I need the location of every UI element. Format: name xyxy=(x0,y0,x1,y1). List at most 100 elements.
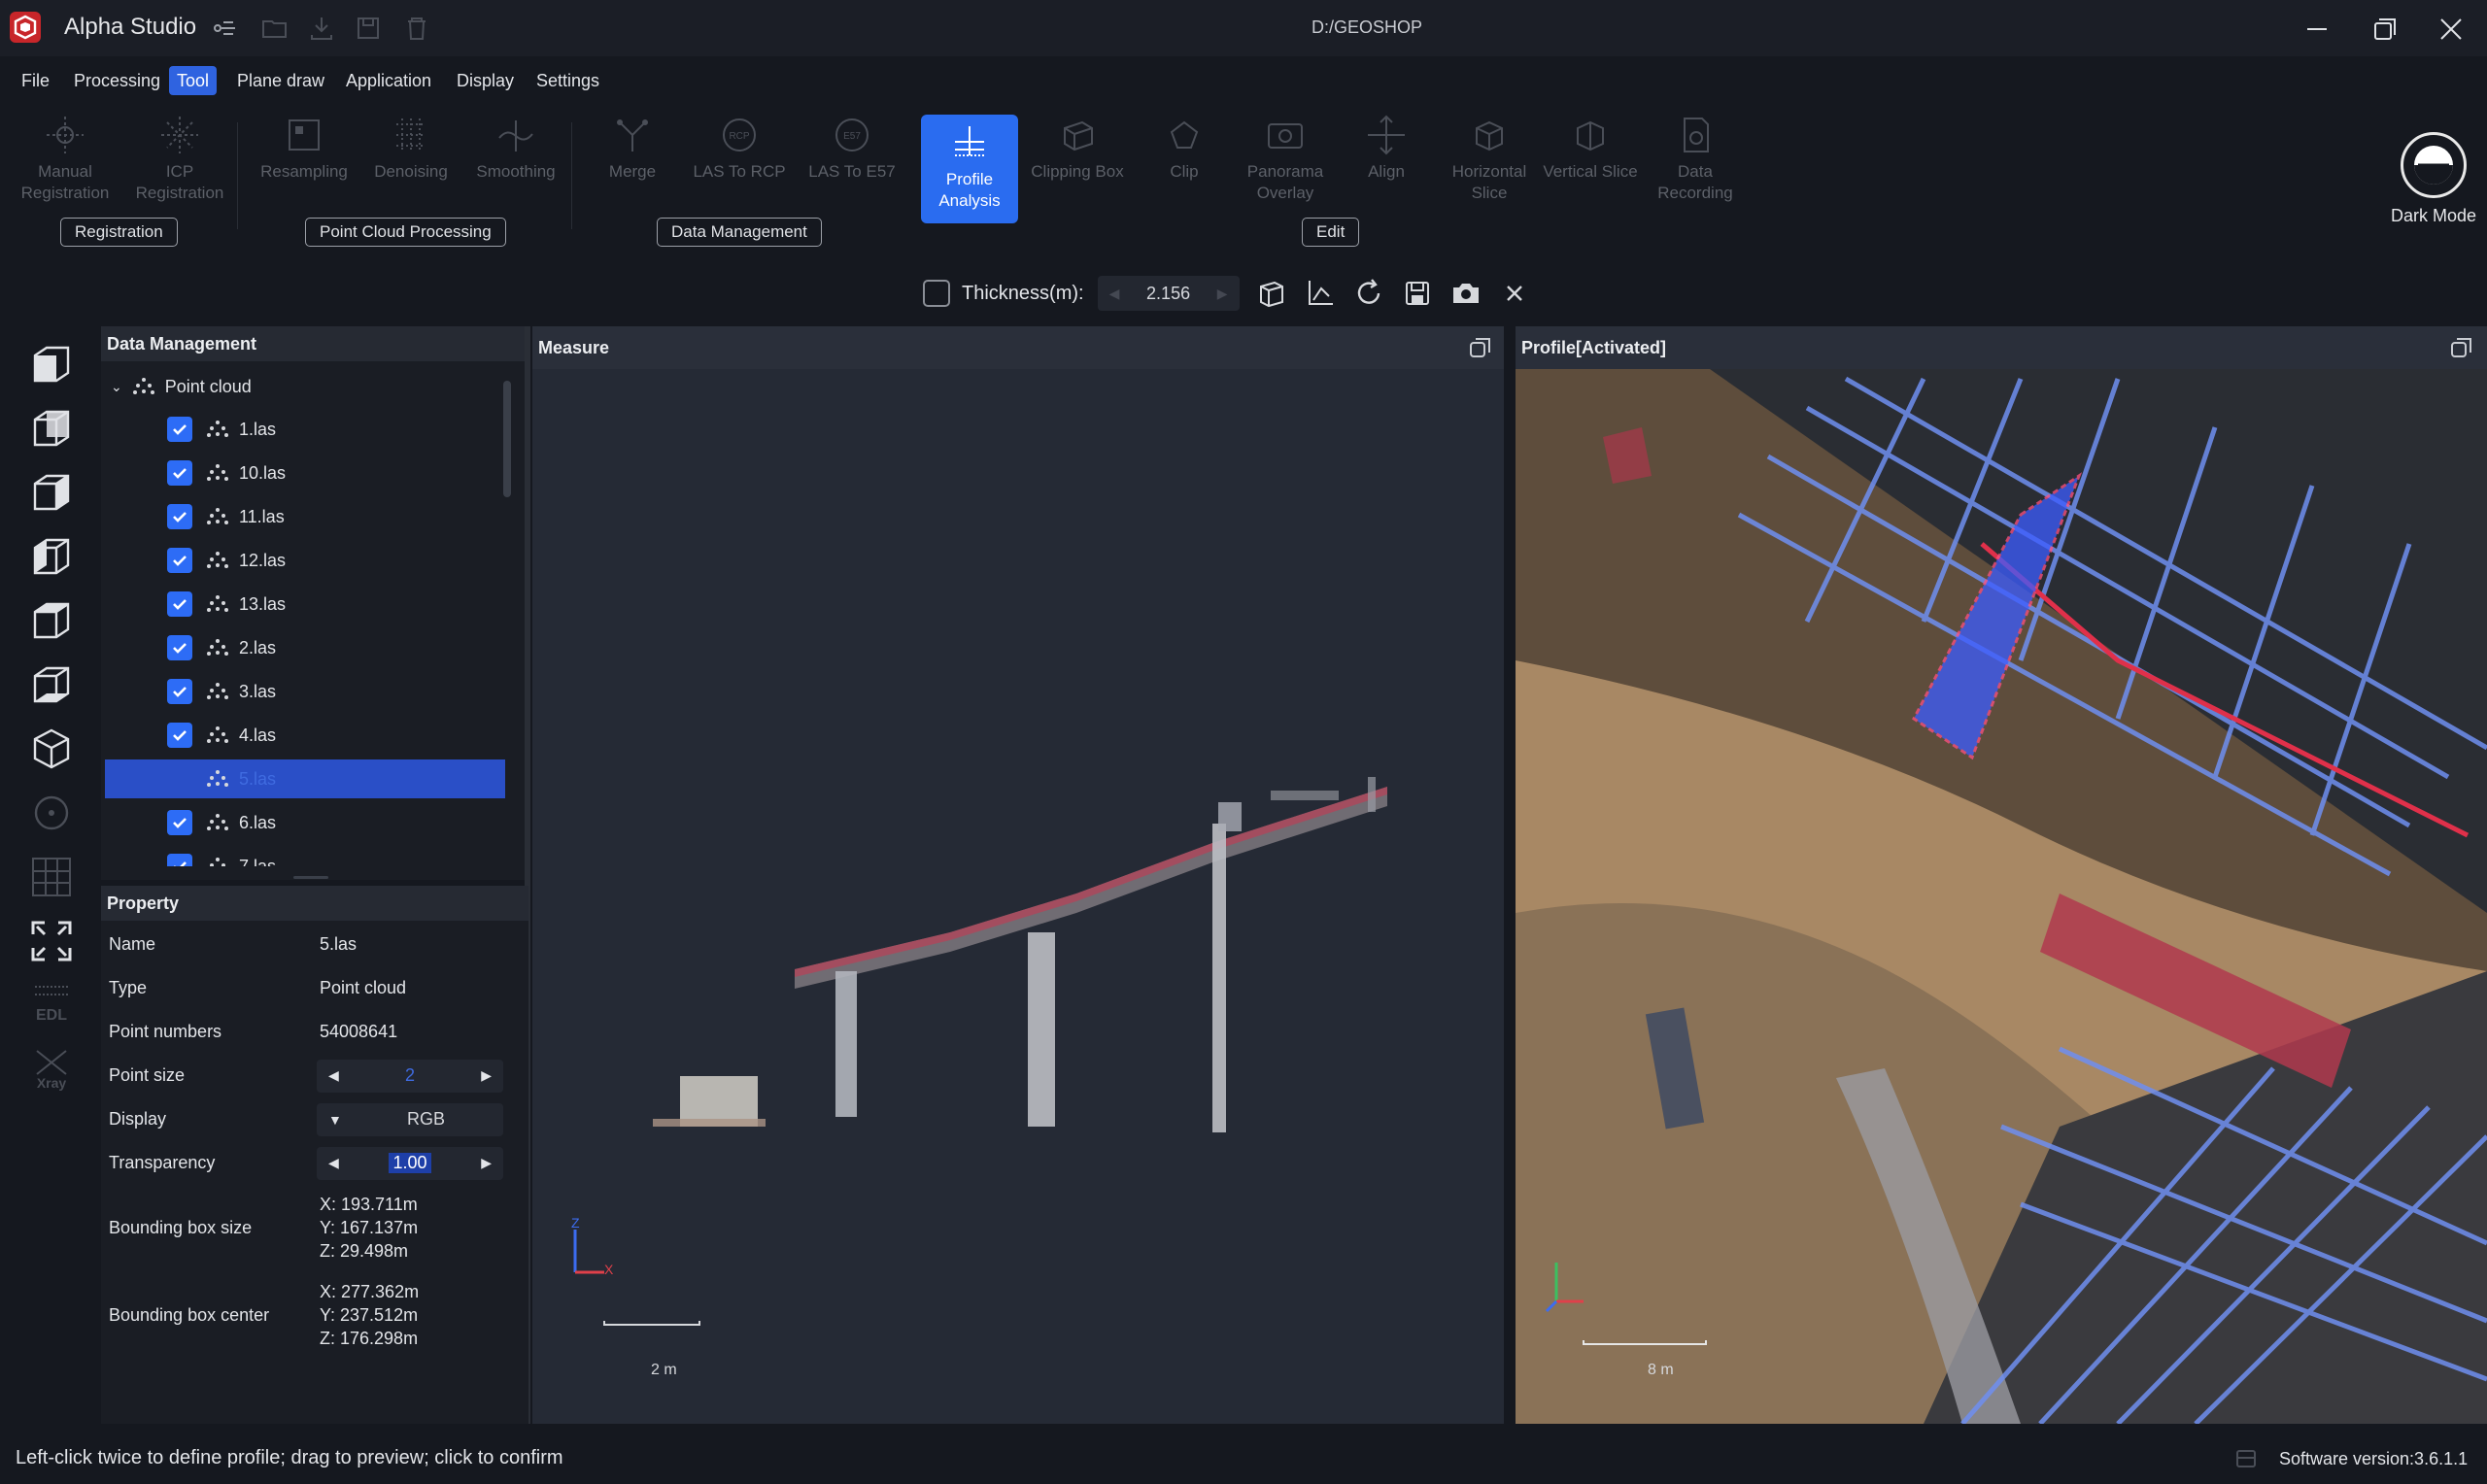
display-dropdown[interactable]: ▼ RGB xyxy=(317,1102,503,1136)
view-left-icon[interactable] xyxy=(27,468,76,517)
save-icon[interactable] xyxy=(354,14,383,43)
checkbox-checked-icon[interactable] xyxy=(167,723,192,748)
tree-item[interactable]: 11.las xyxy=(101,497,509,536)
cube-section-icon[interactable] xyxy=(1255,277,1288,310)
tree-item[interactable]: 10.las xyxy=(101,454,509,492)
svg-text:Xray: Xray xyxy=(37,1075,67,1091)
delete-icon[interactable] xyxy=(402,14,431,43)
checkbox-checked-icon[interactable] xyxy=(167,504,192,529)
view-back-icon[interactable] xyxy=(27,404,76,453)
measure-title: Measure xyxy=(532,326,1504,369)
smoothing-button[interactable]: Smoothing xyxy=(462,113,569,229)
checkbox-unchecked-icon[interactable] xyxy=(167,766,192,792)
view-bottom-icon[interactable] xyxy=(27,660,76,709)
profile-canvas[interactable] xyxy=(1516,369,2487,1426)
save-profile-icon[interactable] xyxy=(1401,277,1434,310)
checkbox-checked-icon[interactable] xyxy=(167,635,192,660)
checkbox-checked-icon[interactable] xyxy=(167,460,192,486)
las-to-e57-button[interactable]: E57 LAS To E57 xyxy=(799,113,905,229)
decrement-icon[interactable]: ◀ xyxy=(328,1155,339,1171)
tree-item[interactable]: 13.las xyxy=(101,585,509,624)
transparency-spinbox[interactable]: ◀ 1.00 ▶ xyxy=(317,1146,503,1180)
checkbox-checked-icon[interactable] xyxy=(167,679,192,704)
menu-application[interactable]: Application xyxy=(338,66,439,95)
panel-splitter-handle[interactable] xyxy=(293,876,328,879)
menu-processing[interactable]: Processing xyxy=(66,66,168,95)
point-cloud-tree: ⌄ Point cloud 1.las 10.las 11.las 12.las 13.… xyxy=(101,361,509,866)
tree-item[interactable]: 2.las xyxy=(101,628,509,667)
manual-registration-button[interactable]: Manual Registration xyxy=(12,113,119,229)
merge-button[interactable]: Merge xyxy=(579,113,686,229)
denoising-button[interactable]: Denoising xyxy=(358,113,464,229)
tree-item[interactable]: 7.las xyxy=(101,847,509,866)
clipping-box-button[interactable]: Clipping Box xyxy=(1024,113,1131,229)
las-to-rcp-button[interactable]: RCP LAS To RCP xyxy=(686,113,793,229)
axis-profile-icon[interactable] xyxy=(1304,277,1337,310)
prop-row-transparency: Transparency ◀ 1.00 ▶ xyxy=(101,1141,528,1185)
bbox-size-y: Y: 167.137m xyxy=(320,1218,419,1237)
restore-view-icon[interactable] xyxy=(1467,334,1494,361)
download-icon[interactable] xyxy=(307,14,336,43)
panorama-overlay-button[interactable]: Panorama Overlay xyxy=(1232,113,1339,229)
open-folder-icon[interactable] xyxy=(260,14,290,43)
increment-icon[interactable]: ▶ xyxy=(1217,286,1228,302)
horizontal-slice-button[interactable]: Horizontal Slice xyxy=(1436,113,1543,229)
checkbox-checked-icon[interactable] xyxy=(167,854,192,866)
minimize-button[interactable] xyxy=(2293,10,2341,49)
increment-icon[interactable]: ▶ xyxy=(481,1067,492,1084)
align-button[interactable]: Align xyxy=(1333,113,1440,229)
resampling-button[interactable]: Resampling xyxy=(251,113,358,229)
menu-settings[interactable]: Settings xyxy=(528,66,607,95)
fullscreen-icon[interactable] xyxy=(27,917,76,965)
edl-icon[interactable]: EDL xyxy=(27,981,76,1029)
view-top-icon[interactable] xyxy=(27,596,76,645)
thickness-checkbox[interactable] xyxy=(923,280,950,307)
icp-registration-button[interactable]: ICP Registration xyxy=(126,113,233,229)
checkbox-checked-icon[interactable] xyxy=(167,810,192,835)
window-path: D:/GEOSHOP xyxy=(1312,17,1423,37)
checkbox-checked-icon[interactable] xyxy=(167,548,192,573)
point-size-spinbox[interactable]: ◀ 2 ▶ xyxy=(317,1059,503,1093)
menu-tool[interactable]: Tool xyxy=(169,66,218,95)
prop-row-point-size: Point size ◀ 2 ▶ xyxy=(101,1054,528,1097)
tree-root-point-cloud[interactable]: ⌄ Point cloud xyxy=(101,367,509,406)
tree-item-label: 7.las xyxy=(239,856,277,867)
tree-item[interactable]: 5.las xyxy=(105,759,505,798)
checkbox-checked-icon[interactable] xyxy=(167,417,192,442)
menu-file[interactable]: File xyxy=(14,66,57,95)
share-icon[interactable] xyxy=(210,14,239,43)
xray-icon[interactable]: Xray xyxy=(27,1045,76,1094)
vertical-slice-button[interactable]: Vertical Slice xyxy=(1537,113,1644,229)
tree-item[interactable]: 4.las xyxy=(101,716,509,755)
tree-scrollbar[interactable] xyxy=(503,381,511,497)
grid-icon[interactable] xyxy=(27,853,76,901)
chevron-down-icon[interactable]: ⌄ xyxy=(111,379,122,395)
camera-icon[interactable] xyxy=(1449,277,1482,310)
refresh-icon[interactable] xyxy=(1352,277,1385,310)
profile-analysis-button[interactable]: Profile Analysis xyxy=(921,115,1018,223)
view-front-icon[interactable] xyxy=(27,340,76,388)
measure-canvas[interactable]: Z X xyxy=(532,369,1504,1424)
clip-button[interactable]: Clip xyxy=(1131,113,1238,229)
tree-item[interactable]: 6.las xyxy=(101,803,509,842)
pivot-icon[interactable] xyxy=(27,789,76,837)
menu-display[interactable]: Display xyxy=(449,66,522,95)
close-profile-icon[interactable] xyxy=(1498,277,1531,310)
view-right-icon[interactable] xyxy=(27,532,76,581)
maximize-button[interactable] xyxy=(2361,10,2409,49)
checkbox-checked-icon[interactable] xyxy=(167,591,192,617)
bbox-center-y: Y: 237.512m xyxy=(320,1305,419,1325)
increment-icon[interactable]: ▶ xyxy=(481,1155,492,1171)
thickness-spinbox[interactable]: ◀ 2.156 ▶ xyxy=(1097,276,1240,311)
restore-view-icon[interactable] xyxy=(2448,334,2475,361)
decrement-icon[interactable]: ◀ xyxy=(328,1067,339,1084)
tree-item[interactable]: 3.las xyxy=(101,672,509,711)
tree-item[interactable]: 1.las xyxy=(101,410,509,449)
view-iso-icon[interactable] xyxy=(27,725,76,773)
tree-item[interactable]: 12.las xyxy=(101,541,509,580)
menu-plane-draw[interactable]: Plane draw xyxy=(229,66,332,95)
dark-mode-toggle[interactable]: Dark Mode xyxy=(2380,132,2487,226)
close-window-button[interactable] xyxy=(2427,10,2475,49)
decrement-icon[interactable]: ◀ xyxy=(1109,286,1120,302)
data-recording-button[interactable]: Data Recording xyxy=(1642,113,1749,229)
